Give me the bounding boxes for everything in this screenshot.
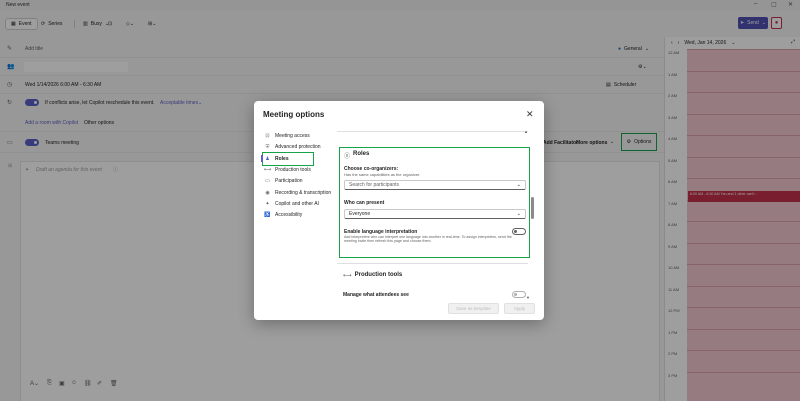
language-interpretation-toggle[interactable] <box>512 228 526 237</box>
production-icon: ⟷ <box>343 273 352 279</box>
nav-item-production-tools[interactable]: ⟷ Production tools <box>264 165 311 175</box>
scroll-down-icon[interactable]: ▼ <box>526 295 530 300</box>
nav-item-participation[interactable]: ▭ Participation <box>264 176 303 186</box>
roles-section: ⓞ Roles Choose co-organizers: Has the sa… <box>339 147 530 258</box>
who-can-present-label: Who can present <box>344 200 385 206</box>
manage-attendees-label: Manage what attendees see <box>343 292 409 298</box>
person-icon: ⓞ <box>344 154 351 160</box>
language-interpretation-help: Add interpreters who can interpret one l… <box>344 235 512 244</box>
selected-indicator <box>261 155 263 162</box>
person-icon: ♟ <box>265 155 270 162</box>
nav-item-advanced-protection[interactable]: ⛨ Advanced protection <box>264 142 321 152</box>
shield-icon: ⛨ <box>265 144 270 151</box>
nav-item-label: Roles <box>275 155 289 162</box>
who-can-present-dropdown[interactable]: Everyone ⌄ <box>344 209 526 219</box>
nav-item-label: Recording & transcription <box>275 189 332 196</box>
nav-item-label: Copilot and other AI <box>275 200 319 207</box>
lock-icon: ⊡ <box>265 133 270 139</box>
dialog-title: Meeting options <box>263 110 325 119</box>
scroll-thumb[interactable] <box>531 197 534 219</box>
nav-item-label: Participation <box>275 178 303 185</box>
save-template-button[interactable]: Save as template <box>448 303 499 314</box>
apply-button[interactable]: Apply <box>504 303 535 314</box>
copilot-icon: ✦ <box>265 200 270 207</box>
chevron-down-icon: ⌄ <box>516 182 521 188</box>
production-heading-text: Production tools <box>354 272 403 278</box>
close-icon[interactable]: ✕ <box>526 109 534 120</box>
nav-item-recording-transcription[interactable]: ◉ Recording & transcription <box>264 188 331 198</box>
roles-heading: ⓞ Roles <box>344 151 369 160</box>
nav-item-meeting-access[interactable]: ⊡ Meeting access <box>264 131 310 141</box>
nav-item-label: Accessibility <box>275 212 303 219</box>
who-can-present-value: Everyone <box>349 211 371 217</box>
divider <box>337 131 528 132</box>
scroll-up-icon[interactable]: ▲ <box>524 129 528 134</box>
coorganizers-help: Has the same capabilities as the organiz… <box>344 172 421 177</box>
nav-item-label: Production tools <box>275 166 311 173</box>
content-scrollbar[interactable] <box>530 129 534 307</box>
roles-heading-text: Roles <box>353 151 370 157</box>
options-content: ▲ ⓞ Roles Choose co-organizers: Has the … <box>337 129 535 307</box>
accessibility-icon: ♿ <box>264 212 271 219</box>
manage-attendees-toggle[interactable] <box>512 291 526 300</box>
nav-item-label: Meeting access <box>275 133 310 139</box>
chat-icon: ▭ <box>265 178 270 185</box>
nav-item-accessibility[interactable]: ♿ Accessibility <box>264 210 302 220</box>
coorganizers-placeholder: Search for participants <box>349 182 400 188</box>
divider <box>337 263 528 264</box>
nav-item-label: Advanced protection <box>275 144 321 151</box>
nav-item-roles[interactable]: ♟ Roles <box>264 154 289 164</box>
chevron-down-icon: ⌄ <box>516 211 521 217</box>
nav-item-copilot-and-other-ai[interactable]: ✦ Copilot and other AI <box>264 199 319 209</box>
coorganizers-search[interactable]: Search for participants ⌄ <box>344 180 526 190</box>
production-heading: ⟷ Production tools <box>343 272 402 279</box>
meeting-options-dialog: Meeting options ✕ ⊡ Meeting access ⛨ Advanc… <box>254 101 544 320</box>
record-icon: ◉ <box>265 189 270 196</box>
production-icon: ⟷ <box>264 166 272 173</box>
